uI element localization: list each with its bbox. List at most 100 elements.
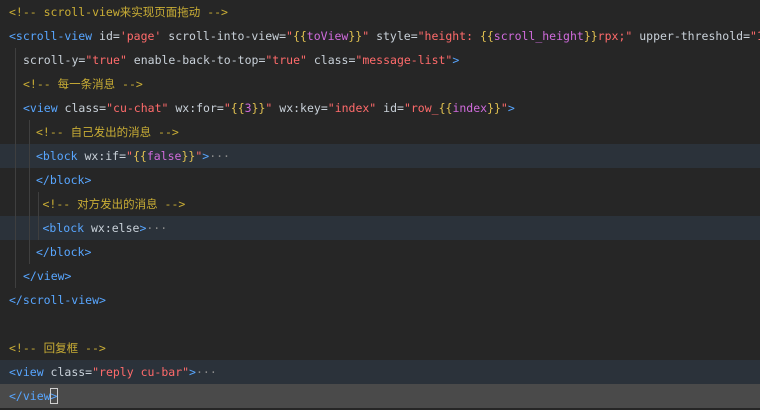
token-brace: {{ [292, 29, 307, 43]
code-line[interactable]: <block wx:if="{{false}}">··· [0, 144, 760, 168]
token-string: 'page' [119, 29, 162, 43]
token-brace: }} [251, 101, 266, 115]
indent-guide [15, 216, 16, 240]
token-tag: <block [36, 149, 85, 163]
code-line[interactable]: <view class="cu-chat" wx:for="{{3}}" wx:… [0, 96, 760, 120]
token-attr: wx:for [168, 101, 217, 115]
token-tag: <scroll-view [9, 29, 100, 43]
token-tag: <view [9, 365, 51, 379]
token-tag: </view [9, 389, 51, 403]
code-line[interactable]: <!-- 回复框 --> [0, 336, 760, 360]
indent-guide [15, 120, 16, 144]
token-attr: style [369, 29, 411, 43]
token-string: " [126, 149, 133, 163]
code-text: <!-- 每一条消息 --> [23, 72, 143, 96]
indent-guide [29, 192, 30, 216]
token-brace: {{ [132, 149, 147, 163]
token-tag: > [507, 101, 515, 115]
token-eq: = [410, 29, 418, 43]
code-line[interactable]: <!-- 自己发出的消息 --> [0, 120, 760, 144]
token-tag: </block> [36, 245, 92, 259]
token-eq: = [119, 149, 127, 163]
code-text: <!-- scroll-view来实现页面拖动 --> [9, 0, 228, 24]
code-text: <view class="reply cu-bar">··· [9, 360, 217, 384]
token-expr: toView [306, 29, 349, 43]
token-eq: = [743, 29, 751, 43]
token-string: " [286, 29, 293, 43]
fold-ellipsis[interactable]: ··· [146, 221, 167, 235]
code-text: <block wx:if="{{false}}">··· [36, 144, 230, 168]
code-text: </view> [9, 384, 59, 408]
token-attr: scroll-into-view [161, 29, 280, 43]
code-line[interactable]: <!-- 对方发出的消息 --> [0, 192, 760, 216]
code-line[interactable]: <block wx:else>··· [0, 216, 760, 240]
token-attr: class [50, 365, 86, 379]
indent-guide [15, 96, 16, 120]
token-string: "index" [327, 101, 377, 115]
token-string: " [223, 101, 231, 115]
token-attr: id [99, 29, 113, 43]
token-string: "true" [85, 53, 127, 67]
token-attr: upper-threshold [632, 29, 744, 43]
code-line[interactable]: <!-- 每一条消息 --> [0, 72, 760, 96]
token-eq: = [216, 101, 224, 115]
code-text: <scroll-view id='page' scroll-into-view=… [9, 24, 760, 48]
code-text: </view> [23, 264, 71, 288]
code-text: <view class="cu-chat" wx:for="{{3}}" wx:… [23, 96, 515, 120]
code-text: <!-- 回复框 --> [9, 336, 106, 360]
token-comment: <!-- 每一条消息 --> [23, 77, 143, 91]
token-tag: > [452, 53, 460, 67]
token-brace: }} [487, 101, 501, 115]
token-string: "true" [265, 53, 307, 67]
token-expr: index [452, 101, 488, 115]
token-attr: wx:if [84, 149, 120, 163]
indent-guide [15, 144, 16, 168]
token-brace: }} [583, 29, 598, 43]
token-brace: {{ [438, 101, 453, 115]
code-line[interactable]: </scroll-view> [0, 288, 760, 312]
token-attr: scroll-y [23, 53, 79, 67]
token-tag: </block> [36, 173, 92, 187]
token-string: "100" [750, 29, 760, 43]
token-eq: = [279, 29, 286, 43]
token-comment: <!-- scroll-view来实现页面拖动 --> [9, 5, 228, 19]
code-line[interactable]: </view> [0, 384, 760, 408]
token-brace: {{ [479, 29, 494, 43]
indent-guide [15, 72, 16, 96]
fold-ellipsis[interactable]: ··· [209, 149, 230, 163]
code-text: </scroll-view> [9, 288, 106, 312]
indent-guide [29, 120, 30, 144]
code-line[interactable]: scroll-y="true" enable-back-to-top="true… [0, 48, 760, 72]
code-line[interactable]: </view> [0, 264, 760, 288]
token-string: " [500, 101, 508, 115]
code-text: <!-- 自己发出的消息 --> [36, 120, 179, 144]
token-brace: }} [181, 149, 196, 163]
code-editor[interactable]: <!-- scroll-view来实现页面拖动 --> <scroll-view … [0, 0, 760, 410]
token-tag: <block [42, 221, 91, 235]
token-tag: </view> [23, 269, 72, 283]
code-line[interactable]: <scroll-view id='page' scroll-into-view=… [0, 24, 760, 48]
indent-guide [29, 216, 30, 240]
token-expr: 3 [244, 101, 252, 115]
indent-guide [29, 144, 30, 168]
indent-guide [15, 48, 16, 72]
code-line[interactable]: </block> [0, 240, 760, 264]
code-line[interactable]: </block> [0, 168, 760, 192]
indent-guide [38, 216, 39, 240]
token-string: "message-list" [355, 53, 453, 67]
token-expr: false [146, 149, 182, 163]
indent-guide [15, 240, 16, 264]
token-string: rpx;" [597, 29, 633, 43]
token-comment: <!-- 回复框 --> [9, 341, 106, 355]
token-tag: </scroll-view> [9, 293, 106, 307]
token-comment: <!-- 自己发出的消息 --> [36, 125, 179, 139]
token-string: "row_ [403, 101, 439, 115]
fold-ellipsis[interactable]: ··· [196, 365, 217, 379]
token-brace: {{ [230, 101, 245, 115]
token-tag: <view [23, 101, 65, 115]
indent-guide [29, 240, 30, 264]
code-line[interactable] [0, 312, 760, 336]
code-line[interactable]: <!-- scroll-view来实现页面拖动 --> [0, 0, 760, 24]
code-line[interactable]: <view class="reply cu-bar">··· [0, 360, 760, 384]
token-string: "cu-chat" [106, 101, 169, 115]
